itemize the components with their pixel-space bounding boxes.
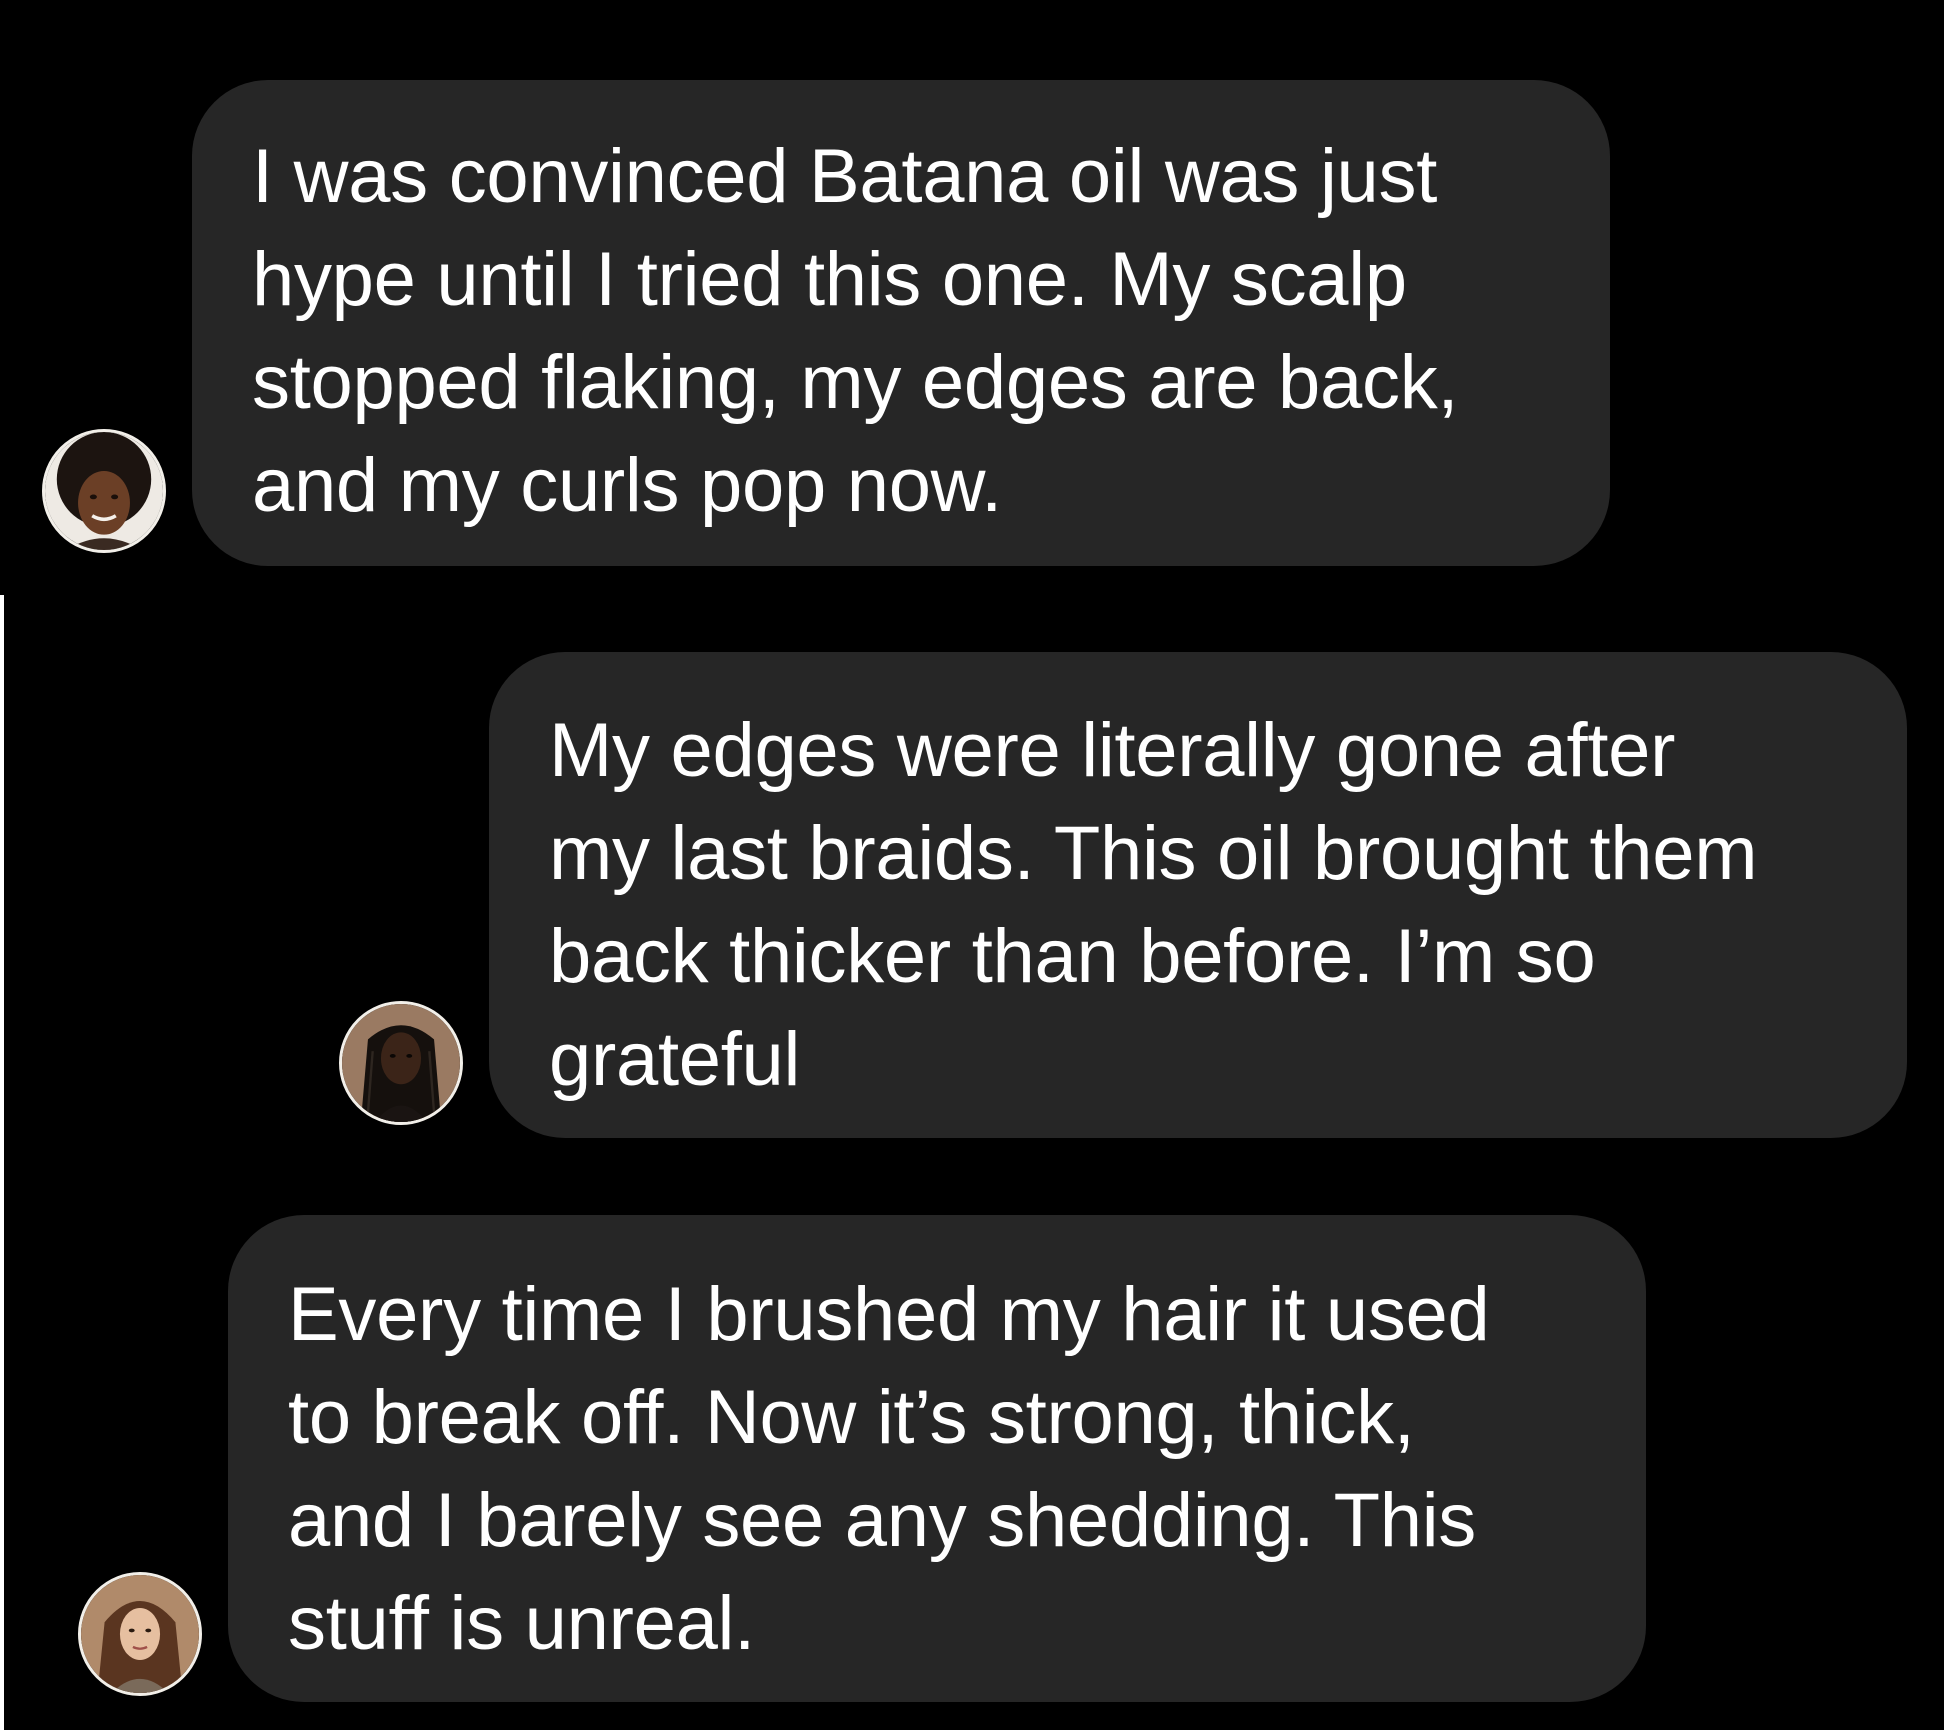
message-bubble: My edges were literally gone after my la…: [489, 652, 1907, 1138]
woman-afro-avatar-icon: [45, 432, 163, 550]
message-text-line: grateful: [549, 1017, 801, 1102]
avatar[interactable]: [78, 1572, 202, 1696]
message-text-line: to break off. Now it’s strong, thick,: [288, 1375, 1415, 1460]
message-text-line: and I barely see any shedding. This: [288, 1478, 1476, 1563]
message-text-line: stopped flaking, my edges are back,: [252, 340, 1459, 425]
woman-braids-avatar-icon: [342, 1004, 460, 1122]
message-text-line: I was convinced Batana oil was just: [252, 134, 1438, 219]
message-text-line: and my curls pop now.: [252, 443, 1002, 528]
woman-wavy-hair-avatar-icon: [81, 1575, 199, 1693]
message-text-line: hype until I tried this one. My scalp: [252, 237, 1407, 322]
message-text-line: Every time I brushed my hair it used: [288, 1272, 1490, 1357]
avatar[interactable]: [42, 429, 166, 553]
message-text-line: stuff is unreal.: [288, 1581, 755, 1666]
avatar[interactable]: [339, 1001, 463, 1125]
message-text-line: My edges were literally gone after: [549, 708, 1676, 793]
message-text-line: back thicker than before. I’m so: [549, 914, 1596, 999]
message-bubble: I was convinced Batana oil was just hype…: [192, 80, 1610, 566]
message-text-line: my last braids. This oil brought them: [549, 811, 1758, 896]
left-edge-divider: [0, 595, 4, 1730]
message-bubble: Every time I brushed my hair it used to …: [228, 1215, 1646, 1702]
